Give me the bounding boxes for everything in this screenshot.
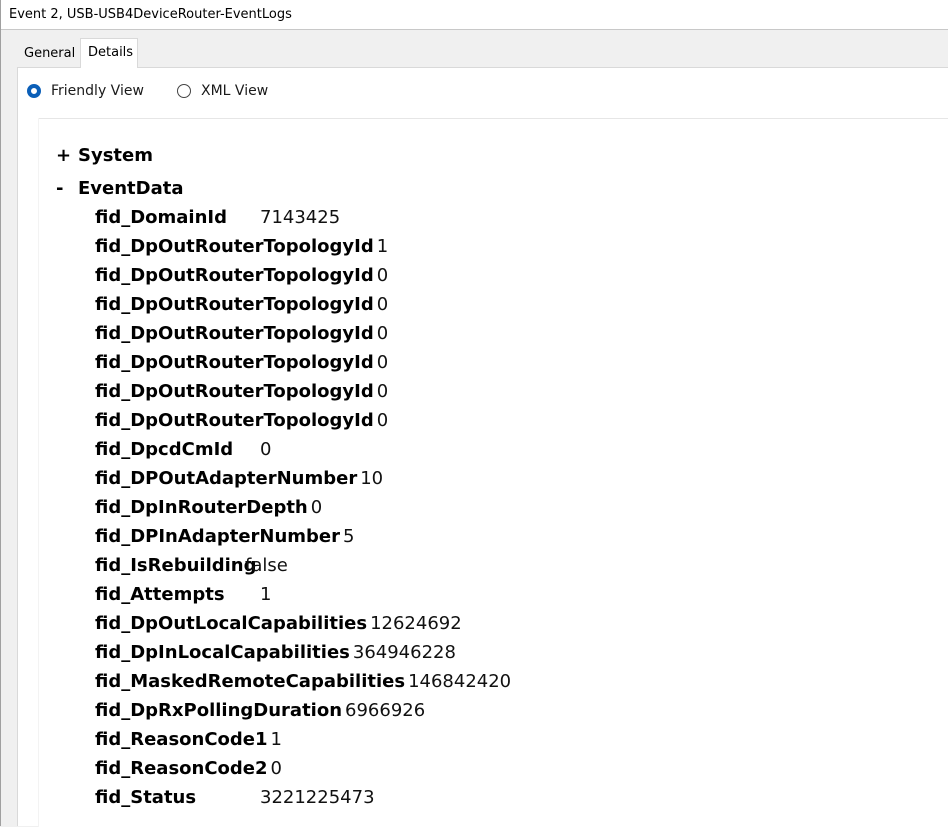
field-value: 10 <box>360 468 384 489</box>
field-value: 6966926 <box>345 700 426 721</box>
eventdata-row: fid_DpOutRouterTopologyId 0 <box>95 381 388 410</box>
eventdata-row: fid_DpOutRouterTopologyId 0 <box>95 352 388 381</box>
field-name: fid_Status <box>95 787 197 808</box>
eventdata-row: fid_Attempts 1 <box>95 584 271 613</box>
field-name: fid_DpOutRouterTopologyId <box>95 323 374 344</box>
tab-general[interactable]: General <box>17 40 79 67</box>
eventdata-row: fid_DpOutRouterTopologyId 1 <box>95 236 388 265</box>
field-value: false <box>245 555 288 576</box>
collapse-icon[interactable]: - <box>56 178 78 199</box>
field-value: 0 <box>376 323 389 344</box>
field-value: 0 <box>376 265 389 286</box>
field-name: fid_DpOutRouterTopologyId <box>95 294 374 315</box>
title-bar: Event 2, USB-USB4DeviceRouter-EventLogs <box>1 0 948 30</box>
field-name: fid_DpOutRouterTopologyId <box>95 381 374 402</box>
eventdata-row: fid_DpInRouterDepth 0 <box>95 497 322 526</box>
field-name: fid_MaskedRemoteCapabilities <box>95 671 406 692</box>
field-value: 1 <box>260 584 272 605</box>
field-value: 3221225473 <box>260 787 375 808</box>
expand-icon[interactable]: + <box>56 145 78 166</box>
field-name: fid_Attempts <box>95 584 225 605</box>
eventdata-row: fid_DpOutRouterTopologyId 0 <box>95 410 388 439</box>
field-name: fid_DpcdCmId <box>95 439 234 460</box>
field-value: 1 <box>270 729 282 750</box>
details-content: + System - EventData fid_DomainId 7143425 fi… <box>39 118 948 827</box>
field-value: 5 <box>343 526 355 547</box>
tab-details[interactable]: Details <box>80 38 138 68</box>
eventdata-row: fid_ReasonCode2 0 <box>95 758 282 787</box>
window-title: Event 2, USB-USB4DeviceRouter-EventLogs <box>9 7 292 22</box>
field-name: fid_DpOutRouterTopologyId <box>95 236 374 257</box>
field-value: 0 <box>376 352 389 373</box>
eventdata-row: fid_IsRebuilding false <box>95 555 288 584</box>
radio-unselected-icon <box>177 84 191 98</box>
field-name: fid_DPInAdapterNumber <box>95 526 341 547</box>
friendly-view-label: Friendly View <box>51 83 144 99</box>
event-properties-window: Event 2, USB-USB4DeviceRouter-EventLogs … <box>0 0 948 827</box>
eventdata-row: fid_DpRxPollingDuration 6966926 <box>95 700 425 729</box>
tree-node-system[interactable]: + System <box>56 145 153 166</box>
eventdata-row: fid_DpOutRouterTopologyId 0 <box>95 294 388 323</box>
eventdata-row: fid_DpOutRouterTopologyId 0 <box>95 323 388 352</box>
field-name: fid_ReasonCode1 <box>95 729 268 750</box>
field-value: 0 <box>376 294 389 315</box>
xml-view-label: XML View <box>201 83 269 99</box>
field-name: fid_ReasonCode2 <box>95 758 268 779</box>
field-value: 0 <box>260 439 272 460</box>
field-name: fid_DpOutRouterTopologyId <box>95 352 374 373</box>
eventdata-row: fid_DomainId 7143425 <box>95 207 340 236</box>
field-value: 12624692 <box>370 613 462 634</box>
eventdata-row: fid_Status 3221225473 <box>95 787 375 816</box>
radio-selected-icon <box>27 84 41 98</box>
eventdata-row: fid_DPInAdapterNumber 5 <box>95 526 354 555</box>
eventdata-row: fid_MaskedRemoteCapabilities 146842420 <box>95 671 511 700</box>
tree-node-eventdata[interactable]: - EventData <box>56 178 184 199</box>
eventdata-row: fid_DpInLocalCapabilities 364946228 <box>95 642 456 671</box>
field-value: 7143425 <box>260 207 341 228</box>
field-name: fid_DpOutRouterTopologyId <box>95 410 374 431</box>
field-name: fid_DomainId <box>95 207 228 228</box>
details-tab-panel: Friendly View XML View + System - EventDat… <box>17 67 948 827</box>
eventdata-row: fid_DPOutAdapterNumber 10 <box>95 468 383 497</box>
field-value: 0 <box>376 381 389 402</box>
field-value: 0 <box>270 758 282 779</box>
field-value: 1 <box>376 236 389 257</box>
eventdata-row: fid_ReasonCode1 1 <box>95 729 282 758</box>
field-name: fid_DPOutAdapterNumber <box>95 468 358 489</box>
field-value: 0 <box>376 410 389 431</box>
field-name: fid_DpInRouterDepth <box>95 497 308 518</box>
field-value: 0 <box>310 497 323 518</box>
field-value: 364946228 <box>352 642 456 663</box>
tree-node-label: EventData <box>78 178 184 199</box>
field-name: fid_DpRxPollingDuration <box>95 700 343 721</box>
field-name: fid_IsRebuilding <box>95 555 257 576</box>
eventdata-row: fid_DpcdCmId 0 <box>95 439 271 468</box>
field-name: fid_DpOutLocalCapabilities <box>95 613 368 634</box>
eventdata-row: fid_DpOutRouterTopologyId 0 <box>95 265 388 294</box>
eventdata-row: fid_DpOutLocalCapabilities 12624692 <box>95 613 462 642</box>
field-name: fid_DpInLocalCapabilities <box>95 642 350 663</box>
tree-node-label: System <box>78 145 153 166</box>
field-value: 146842420 <box>408 671 512 692</box>
field-name: fid_DpOutRouterTopologyId <box>95 265 374 286</box>
